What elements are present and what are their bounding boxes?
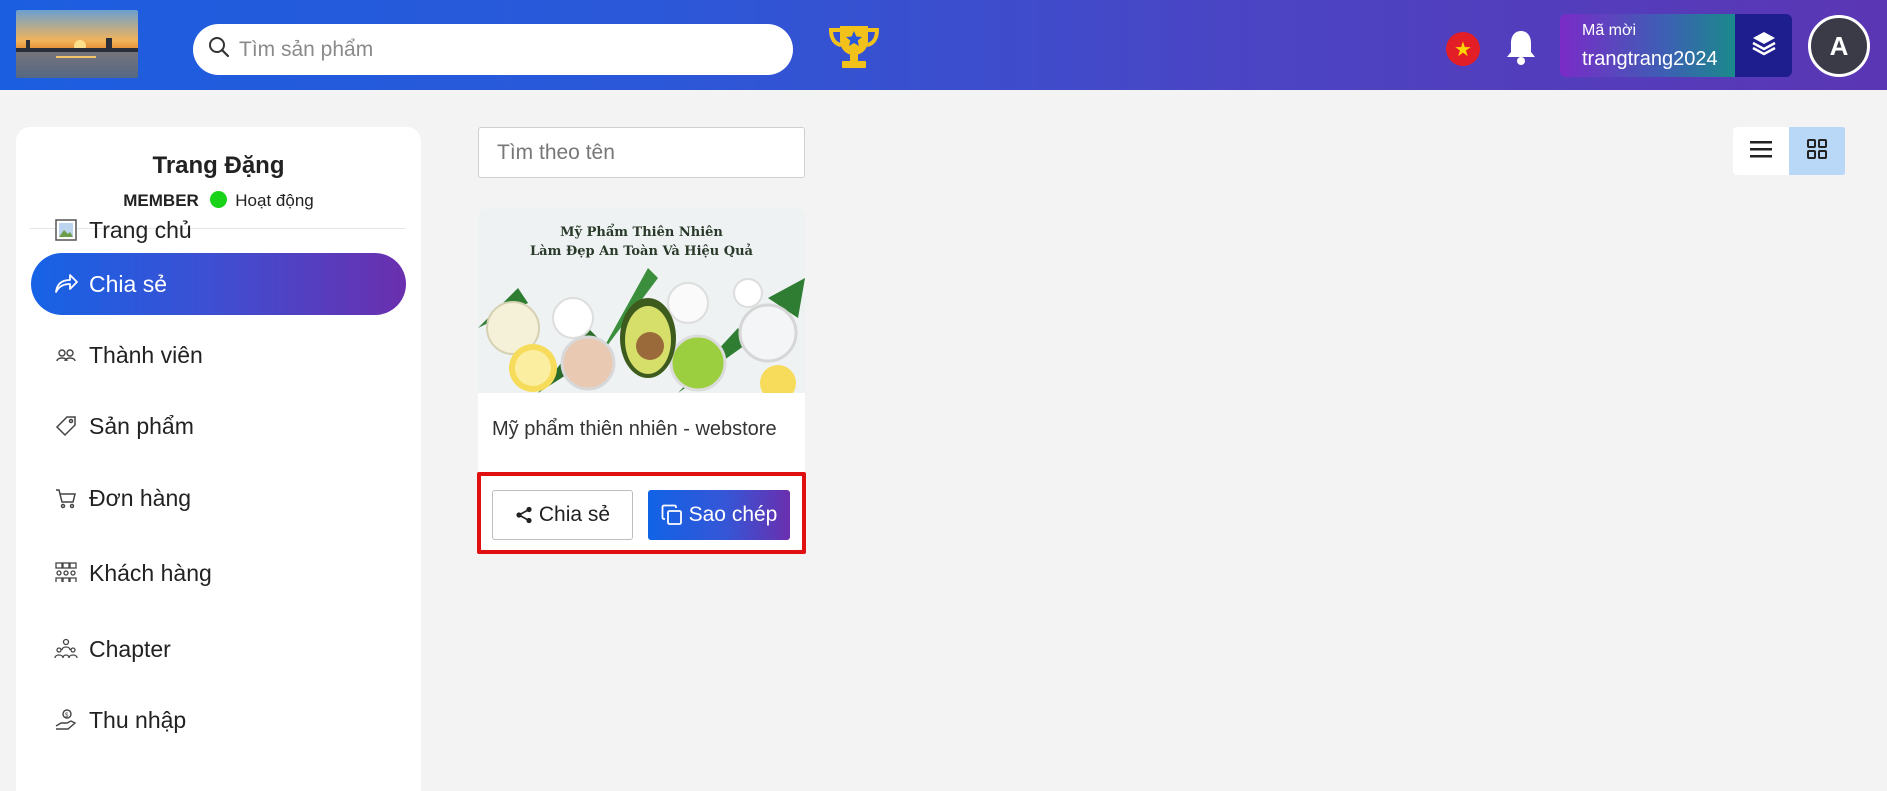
sidebar-item-label: Thành viên — [89, 341, 203, 368]
sidebar-item-income[interactable]: $ Thu nhập — [31, 689, 406, 751]
members-icon — [53, 342, 79, 368]
invite-code-label: Mã mời — [1582, 22, 1637, 39]
view-toggle — [1733, 127, 1846, 175]
invite-code-box[interactable]: Mã mời trangtrang2024 — [1560, 14, 1735, 77]
profile-name: Trang Đặng — [152, 152, 285, 179]
sidebar-item-label: Sản phẩm — [89, 412, 194, 439]
sidebar-item-label: Trang chủ — [89, 216, 192, 243]
sidebar-item-label: Thu nhập — [89, 706, 187, 733]
sidebar: Trang Đặng MEMBER Hoạt động Trang chủ Ch… — [16, 127, 421, 791]
copy-button-label: Sao chép — [688, 503, 778, 526]
share-button[interactable]: Chia sẻ — [492, 490, 633, 540]
list-view-button[interactable] — [1733, 127, 1789, 175]
copy-button[interactable]: Sao chép — [648, 490, 790, 540]
sidebar-item-products[interactable]: Sản phẩm — [31, 395, 406, 457]
sidebar-item-chapter[interactable]: Chapter — [31, 618, 406, 680]
layers-button[interactable] — [1735, 14, 1792, 77]
sidebar-item-label: Đơn hàng — [89, 484, 192, 511]
sidebar-item-customers[interactable]: Khách hàng — [31, 542, 406, 604]
layers-icon — [1751, 30, 1777, 61]
sidebar-item-home[interactable]: Trang chủ — [31, 199, 406, 261]
bell-icon[interactable] — [1504, 28, 1538, 66]
product-search[interactable] — [193, 24, 793, 75]
invite-code-value: trangtrang2024 — [1582, 48, 1718, 70]
share-button-label: Chia sẻ — [538, 503, 611, 526]
sidebar-item-label: Khách hàng — [89, 559, 212, 586]
sidebar-item-share[interactable]: Chia sẻ — [31, 253, 406, 315]
sidebar-item-members[interactable]: Thành viên — [31, 324, 406, 386]
list-icon — [1750, 139, 1772, 164]
name-search-input[interactable] — [478, 127, 805, 178]
search-icon — [207, 35, 231, 64]
grid-view-button[interactable] — [1789, 127, 1845, 175]
product-title[interactable]: Mỹ phẩm thiên nhiên - webstore — [492, 414, 792, 444]
image-caption-line1: Mỹ Phẩm Thiên Nhiên — [560, 225, 723, 240]
sidebar-item-orders[interactable]: Đơn hàng — [31, 467, 406, 529]
cart-icon — [53, 485, 79, 511]
trophy-icon[interactable] — [828, 24, 880, 70]
user-avatar[interactable]: A — [1808, 15, 1870, 77]
image-caption-line2: Làm Đẹp An Toàn Và Hiệu Quả — [530, 244, 753, 259]
product-image[interactable]: Mỹ Phẩm Thiên Nhiên Làm Đẹp An Toàn Và H… — [478, 208, 805, 393]
customers-icon — [53, 560, 79, 586]
sidebar-item-label: Chapter — [89, 635, 171, 662]
vietnam-flag-icon[interactable]: ★ — [1446, 32, 1480, 66]
income-icon: $ — [53, 707, 79, 733]
chapter-icon — [53, 636, 79, 662]
image-icon — [53, 217, 79, 243]
tag-icon — [53, 413, 79, 439]
share-icon — [516, 506, 532, 524]
product-search-input[interactable] — [239, 37, 759, 62]
sidebar-item-label: Chia sẻ — [89, 270, 167, 297]
top-header: ★ Mã mời trangtrang2024 A — [0, 0, 1887, 90]
logo[interactable] — [16, 10, 138, 78]
share-arrow-icon — [53, 271, 79, 297]
grid-icon — [1806, 138, 1828, 165]
copy-icon — [661, 504, 682, 525]
